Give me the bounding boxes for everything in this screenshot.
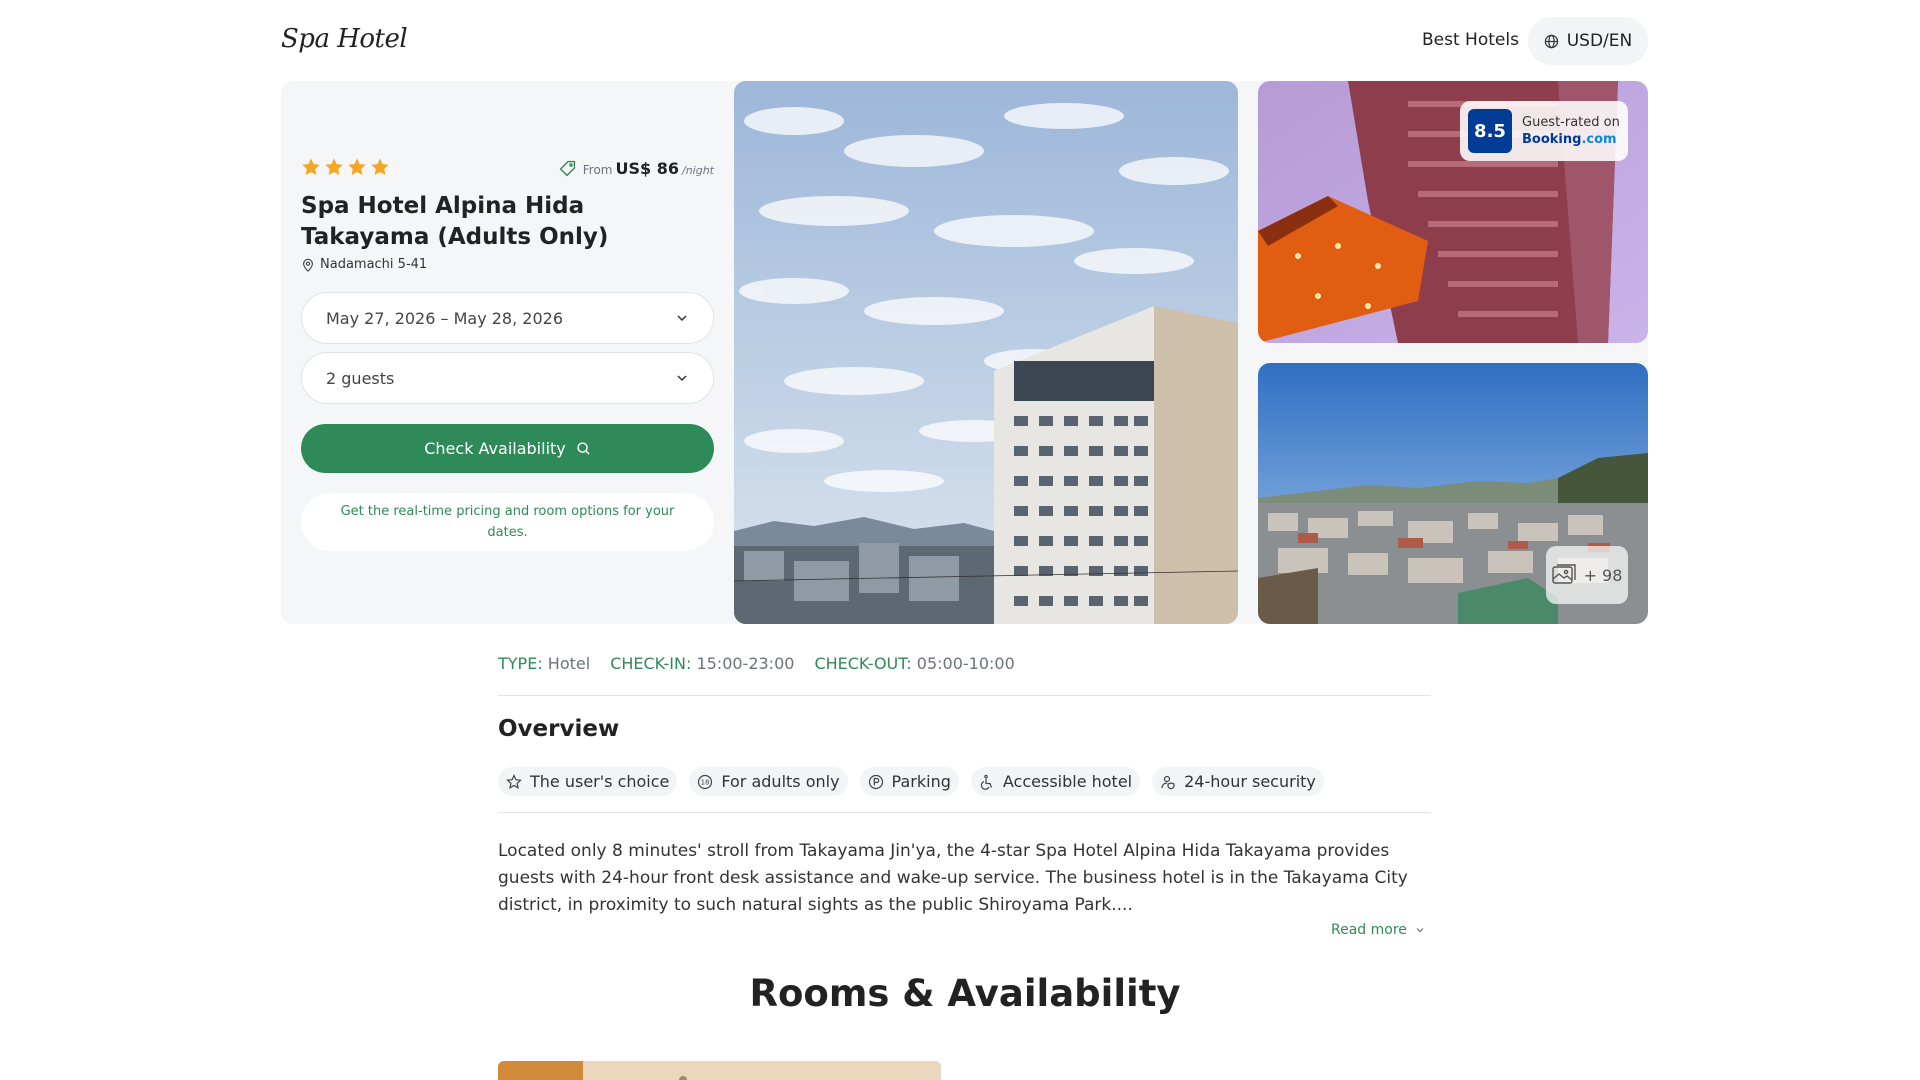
price-tag-icon — [559, 160, 575, 177]
security-guard-icon — [1161, 775, 1175, 789]
city-view-photo[interactable]: + 98 — [1258, 363, 1648, 624]
hotel-main-photo[interactable] — [734, 81, 1238, 624]
read-more-label: Read more — [1331, 922, 1407, 938]
date-range-select[interactable]: May 27, 2026 – May 28, 2026 — [301, 292, 714, 344]
map-pin-icon — [303, 258, 313, 272]
address-text: Nadamachi 5-41 — [320, 257, 428, 272]
rating-label: Guest-rated on — [1522, 115, 1620, 130]
hotel-info-panel: From US$ 86 /night Spa Hotel Alpina Hida… — [301, 157, 714, 551]
view-all-photos-button[interactable]: + 98 — [1546, 546, 1628, 604]
meta-type-value: Hotel — [547, 654, 591, 673]
meta-checkin: CHECK-IN: 15:00-23:00 — [610, 654, 795, 673]
chip-adults-only: 18 For adults only — [689, 767, 848, 796]
booking-rating-badge: 8.5 Guest-rated on Booking.com — [1460, 101, 1628, 161]
chip-users-choice: The user's choice — [498, 767, 678, 796]
wheelchair-icon — [980, 774, 992, 790]
rooms-availability-title: Rooms & Availability — [749, 972, 1181, 1015]
chip-parking: Parking — [859, 767, 959, 796]
guests-value: 2 guests — [326, 368, 395, 388]
hotel-description: Located only 8 minutes' stroll from Taka… — [498, 841, 1408, 915]
check-availability-button[interactable]: Check Availability — [301, 424, 714, 473]
gallery-icon — [1551, 564, 1576, 584]
hotel-hero: From US$ 86 /night Spa Hotel Alpina Hida… — [281, 81, 1648, 624]
parking-icon — [868, 774, 883, 789]
hotel-exterior-photo[interactable]: 8.5 Guest-rated on Booking.com — [1258, 81, 1648, 343]
meta-type: TYPE: Hotel — [498, 654, 591, 673]
globe-icon — [1544, 34, 1558, 48]
site-logo[interactable]: Spa Hotel — [281, 24, 408, 54]
hotel-meta-row: TYPE: Hotel CHECK-IN: 15:00-23:00 CHECK-… — [498, 654, 1015, 673]
search-icon — [577, 442, 590, 455]
section-divider — [498, 812, 1431, 813]
chevron-down-icon — [677, 315, 687, 322]
meta-checkout-value: 05:00-10:00 — [916, 654, 1015, 673]
photos-more-count: + 98 — [1583, 565, 1623, 585]
svg-text:18: 18 — [701, 778, 710, 786]
rating-score: 8.5 — [1468, 109, 1512, 153]
meta-type-key: TYPE — [498, 654, 538, 673]
hotel-building-image — [734, 81, 1238, 624]
overview-title: Overview — [498, 716, 620, 742]
star-icon — [348, 158, 366, 175]
chip-label: For adults only — [721, 772, 840, 791]
chip-accessible: Accessible hotel — [970, 767, 1141, 796]
amenity-chips: The user's choice 18 For adults only Par… — [498, 767, 1324, 796]
chip-label: Parking — [891, 772, 951, 791]
chevron-down-icon — [677, 375, 687, 382]
booking-brand-tld: .com — [1581, 132, 1617, 147]
section-divider — [498, 695, 1431, 696]
nav-best-hotels-link[interactable]: Best Hotels — [1422, 30, 1519, 50]
chip-label: 24-hour security — [1184, 772, 1316, 791]
date-range-value: May 27, 2026 – May 28, 2026 — [326, 308, 563, 328]
check-availability-label: Check Availability — [424, 439, 566, 458]
room-photo-image — [498, 1061, 941, 1080]
currency-label: USD/EN — [1566, 31, 1633, 51]
adults-18-icon: 18 — [698, 774, 713, 789]
price-per-night: /night — [681, 164, 714, 177]
guests-select[interactable]: 2 guests — [301, 352, 714, 404]
chip-label: The user's choice — [530, 772, 670, 791]
chevron-down-icon — [1416, 928, 1424, 933]
chip-label: Accessible hotel — [1002, 772, 1133, 791]
price-from-label: From — [582, 163, 613, 177]
read-more-link[interactable]: Read more — [1331, 922, 1425, 938]
star-icon — [302, 158, 320, 175]
booking-logo: Booking.com — [1522, 131, 1620, 148]
booking-brand-main: Booking — [1522, 132, 1582, 147]
meta-checkin-key: CHECK-IN — [610, 654, 686, 673]
realtime-pricing-note: Get the real-time pricing and room optio… — [301, 493, 714, 551]
hotel-address: Nadamachi 5-41 — [301, 257, 714, 272]
hotel-name: Spa Hotel Alpina Hida Takayama (Adults O… — [301, 193, 609, 250]
room-photo[interactable] — [498, 1061, 941, 1080]
meta-checkin-value: 15:00-23:00 — [696, 654, 795, 673]
meta-checkout: CHECK-OUT: 05:00-10:00 — [814, 654, 1015, 673]
star-icon — [325, 158, 343, 175]
rating-text: Guest-rated on Booking.com — [1522, 114, 1620, 148]
chip-security: 24-hour security — [1152, 767, 1324, 796]
price-amount: US$ 86 — [615, 159, 679, 178]
meta-checkout-key: CHECK-OUT — [814, 654, 907, 673]
star-icon — [371, 158, 389, 175]
currency-language-button[interactable]: USD/EN — [1528, 17, 1648, 65]
price-from: From US$ 86 /night — [559, 159, 714, 178]
star-outline-icon — [506, 773, 522, 789]
